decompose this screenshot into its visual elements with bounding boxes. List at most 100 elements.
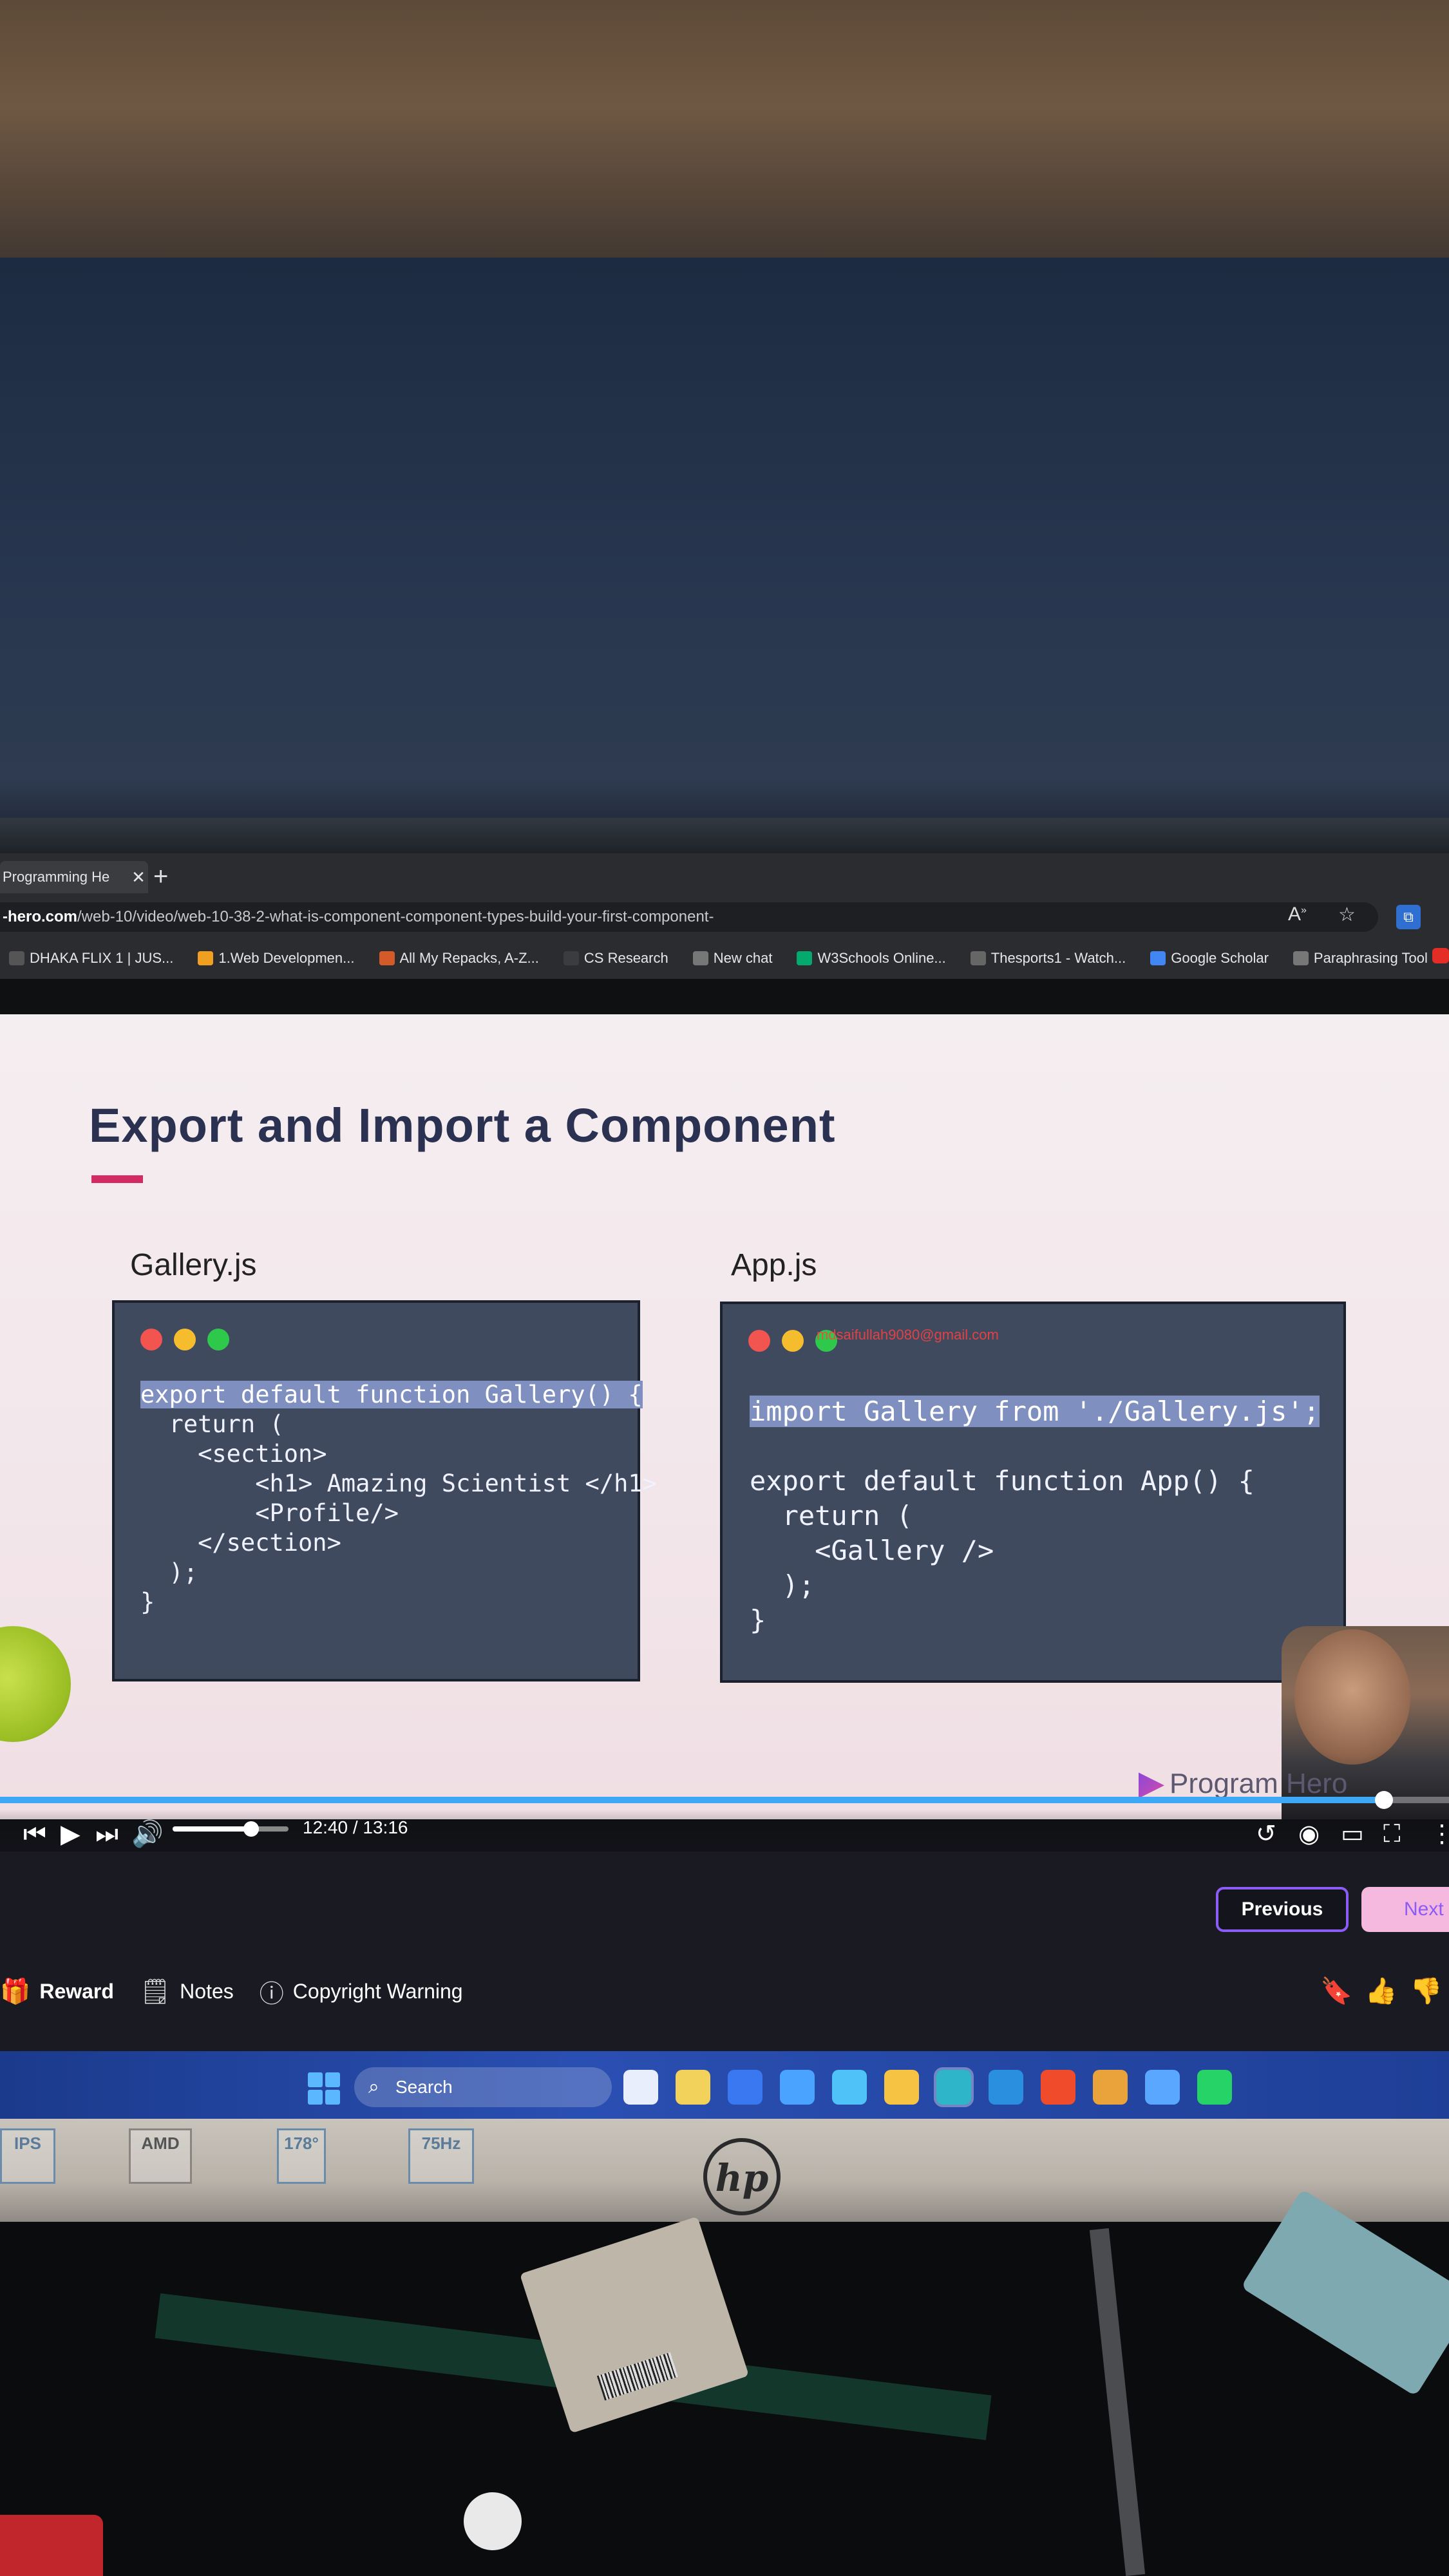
bookmark-item[interactable]: Google Scholar: [1150, 950, 1269, 967]
task-view-icon[interactable]: [623, 2070, 658, 2105]
brand-mark-icon: [1139, 1772, 1164, 1799]
volume-icon[interactable]: 🔊: [131, 1819, 164, 1850]
bookmark-item[interactable]: New chat: [692, 949, 773, 967]
bookmark-item[interactable]: DHAKA FLIX 1 | JUS...: [9, 950, 173, 967]
gallery-file-label: Gallery.js: [130, 1248, 257, 1282]
amd-sticker: AMD: [129, 2128, 192, 2184]
bookmark-label: Thesports1 - Watch...: [990, 949, 1126, 966]
seek-bar[interactable]: [0, 1791, 1449, 1809]
app-code-window: import Gallery from './Gallery.js'; expo…: [720, 1302, 1346, 1683]
close-tab-icon[interactable]: ✕: [129, 867, 148, 887]
brand-text: Program Hero: [1170, 1768, 1348, 1799]
gift-icon: 🎁: [0, 1978, 31, 2005]
copyright-warning-button[interactable]: ⓘ Copyright Warning: [260, 1974, 463, 2009]
bookmark-item[interactable]: All My Repacks, A-Z...: [379, 950, 539, 967]
title-accent-bar: [91, 1175, 143, 1183]
reward-label: Reward: [39, 1980, 114, 2003]
bookmark-item[interactable]: CS Research: [563, 949, 668, 967]
tab-title: Programming He: [3, 869, 110, 885]
brand-logo: Program Hero: [1139, 1768, 1347, 1800]
next-track-icon[interactable]: ⏭: [95, 1819, 118, 1850]
minimize-dot: [782, 1330, 804, 1352]
url-path: /web-10/video/web-10-38-2-what-is-compon…: [77, 908, 714, 925]
favorite-star-icon[interactable]: ☆: [1338, 904, 1356, 926]
gallery-code-window: export default function Gallery() { retu…: [112, 1300, 657, 1681]
bookmark-label: Paraphrasing Tool -...: [1313, 949, 1448, 966]
translate-extension-icon[interactable]: ⧉: [1396, 905, 1421, 929]
store-icon[interactable]: [728, 2070, 762, 2105]
reward-button[interactable]: 🎁 Reward: [0, 1978, 114, 2006]
address-row: -hero.com/web-10/video/web-10-38-2-what-…: [0, 898, 1449, 937]
bookmark-label: All My Repacks, A-Z...: [399, 949, 539, 966]
tab-bar: Programming He ✕ +: [0, 853, 1449, 898]
close-dot: [140, 1329, 162, 1350]
file-explorer-icon[interactable]: [884, 2070, 919, 2105]
lesson-actions: 🎁 Reward 🗒 Notes ⓘ Copyright Warning: [0, 1974, 463, 2009]
code-line: export default function App() {: [750, 1465, 1255, 1497]
code-line: }: [140, 1588, 155, 1616]
volume-fill: [173, 1826, 252, 1832]
widgets-icon[interactable]: [832, 2070, 867, 2105]
email-watermark: mdsaifullah9080@gmail.com: [817, 1327, 999, 1343]
dislike-icon[interactable]: 👎: [1410, 1976, 1443, 2006]
bookmark-item[interactable]: Paraphrasing Tool -...: [1293, 950, 1448, 967]
volume-slider[interactable]: [173, 1821, 289, 1837]
dhaka-flix-icon: [9, 951, 24, 965]
theater-mode-icon[interactable]: ▭: [1341, 1819, 1364, 1850]
replay-icon[interactable]: ↺: [1256, 1819, 1276, 1850]
bookmark-label: New chat: [713, 949, 773, 966]
like-icon[interactable]: 👍: [1365, 1976, 1397, 2006]
read-aloud-icon[interactable]: A»: [1288, 904, 1307, 925]
notes-icon: 🗒: [139, 1978, 171, 2005]
edge-icon[interactable]: [934, 2067, 974, 2107]
bookmark-item[interactable]: W3Schools Online...: [797, 950, 946, 967]
youtube-icon[interactable]: [1432, 948, 1449, 963]
seek-knob[interactable]: [1374, 1791, 1393, 1809]
chrome-icon[interactable]: [1093, 2070, 1128, 2105]
repacks-icon: [379, 951, 395, 965]
calculator-icon[interactable]: [780, 2070, 815, 2105]
fullscreen-icon[interactable]: ⛶: [1383, 1819, 1401, 1850]
w3schools-icon: [797, 951, 813, 965]
next-button[interactable]: Next: [1361, 1887, 1449, 1932]
thesports-icon: [970, 951, 986, 965]
new-tab-button[interactable]: +: [153, 862, 168, 891]
notes-button[interactable]: 🗒 Notes: [140, 1978, 234, 2006]
bookmark-label: CS Research: [583, 949, 668, 966]
app-file-label: App.js: [731, 1248, 817, 1282]
monitor-top-area: [0, 258, 1449, 837]
code-line: );: [750, 1569, 815, 1601]
bookmark-icon[interactable]: 🔖: [1320, 1976, 1352, 2006]
whatsapp-icon[interactable]: [1197, 2070, 1232, 2105]
video-slide[interactable]: Export and Import a Component Gallery.js…: [0, 1014, 1449, 1819]
previous-track-icon[interactable]: ⏮: [23, 1819, 46, 1850]
more-options-icon[interactable]: ⋮: [1430, 1819, 1449, 1850]
app-code: import Gallery from './Gallery.js'; expo…: [750, 1394, 1320, 1638]
taskbar-search[interactable]: ⌕ Search: [354, 2067, 612, 2107]
brave-icon[interactable]: [1041, 2070, 1075, 2105]
url-host: -hero.com: [3, 908, 78, 925]
lesson-page: [0, 1852, 1449, 2051]
bookmark-item[interactable]: 1.Web Developmen...: [198, 950, 355, 967]
search-icon: ⌕: [368, 2076, 379, 2098]
quillbot-icon: [1293, 951, 1309, 965]
vscode-icon[interactable]: [989, 2070, 1023, 2105]
taskbar-search-label: Search: [395, 2077, 453, 2097]
browser-icon[interactable]: [1145, 2070, 1180, 2105]
google-icon: [1150, 951, 1166, 965]
seek-bar-fill: [0, 1797, 1384, 1803]
previous-button[interactable]: Previous: [1216, 1887, 1349, 1932]
play-icon[interactable]: ▶: [61, 1819, 80, 1850]
code-line: <h1> Amazing Scientist </h1>: [140, 1470, 657, 1497]
file-icon[interactable]: [676, 2070, 710, 2105]
address-bar[interactable]: -hero.com/web-10/video/web-10-38-2-what-…: [0, 902, 1378, 932]
browser-tab[interactable]: Programming He ✕: [0, 861, 148, 893]
bookmark-item[interactable]: Thesports1 - Watch...: [970, 949, 1126, 967]
time-display: 12:40 / 13:16: [303, 1817, 408, 1837]
presenter-face: [1294, 1629, 1410, 1765]
windows-start-icon[interactable]: [308, 2072, 340, 2105]
speed-icon[interactable]: ◉: [1298, 1819, 1320, 1850]
bookmark-label: Google Scholar: [1171, 949, 1269, 966]
ips-sticker: IPS: [0, 2128, 55, 2184]
refresh-rate-sticker: 75Hz: [408, 2128, 474, 2184]
